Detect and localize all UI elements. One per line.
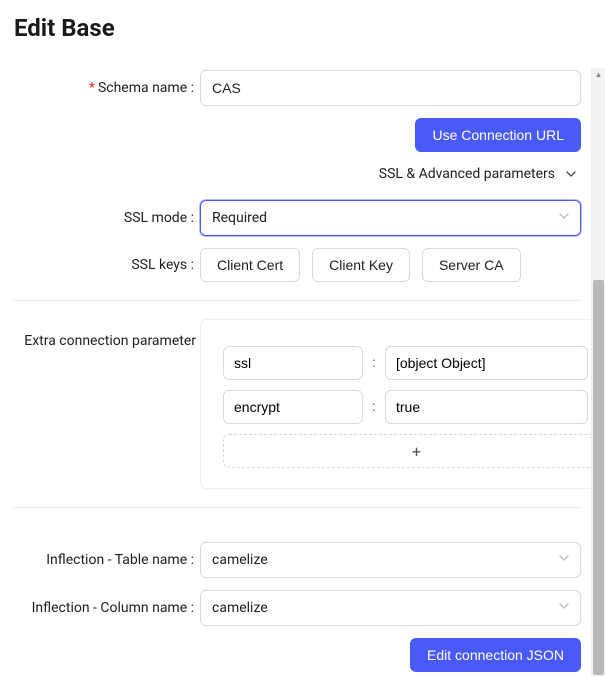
schema-name-label: *Schema name : (14, 80, 200, 96)
required-asterisk: * (89, 80, 95, 96)
ssl-advanced-label: SSL & Advanced parameters (379, 166, 555, 182)
client-cert-button[interactable]: Client Cert (200, 248, 300, 282)
chevron-down-icon (558, 552, 570, 568)
schema-name-input[interactable] (200, 70, 581, 106)
chevron-down-icon (558, 600, 570, 616)
use-connection-url-button[interactable]: Use Connection URL (415, 118, 581, 152)
inflection-column-value: camelize (212, 600, 268, 616)
server-ca-button[interactable]: Server CA (422, 248, 521, 282)
ssl-mode-value: Required (212, 210, 267, 226)
client-key-button[interactable]: Client Key (312, 248, 410, 282)
param-colon: : (371, 399, 377, 415)
inflection-column-label: Inflection - Column name : (14, 600, 200, 616)
add-param-button[interactable]: + (223, 434, 605, 468)
ssl-advanced-toggle[interactable]: SSL & Advanced parameters (14, 166, 581, 182)
ssl-mode-select[interactable]: Required (200, 200, 581, 236)
divider (14, 507, 581, 508)
inflection-column-select[interactable]: camelize (200, 590, 581, 626)
param-value-input[interactable] (385, 346, 588, 380)
chevron-down-icon (558, 210, 570, 226)
inflection-table-label: Inflection - Table name : (14, 552, 200, 568)
param-key-input[interactable] (223, 390, 363, 424)
inflection-table-select[interactable]: camelize (200, 542, 581, 578)
param-colon: : (371, 355, 377, 371)
param-row: : ✕ (223, 390, 605, 424)
chevron-down-icon (565, 168, 577, 180)
inflection-table-value: camelize (212, 552, 268, 568)
extra-params-label: Extra connection parameter (14, 319, 200, 349)
scrollbar-thumb[interactable] (593, 280, 604, 675)
edit-connection-json-button[interactable]: Edit connection JSON (410, 638, 581, 672)
param-value-input[interactable] (385, 390, 588, 424)
scroll-up-icon[interactable]: ▲ (592, 68, 605, 80)
divider (14, 300, 581, 301)
ssl-keys-label: SSL keys : (14, 257, 200, 273)
extra-params-box: : ✕ : ✕ + (200, 319, 605, 489)
ssl-mode-label: SSL mode : (14, 210, 200, 226)
scrollbar-track[interactable]: ▲ (591, 68, 605, 677)
param-key-input[interactable] (223, 346, 363, 380)
page-title: Edit Base (14, 14, 589, 42)
param-row: : ✕ (223, 346, 605, 380)
